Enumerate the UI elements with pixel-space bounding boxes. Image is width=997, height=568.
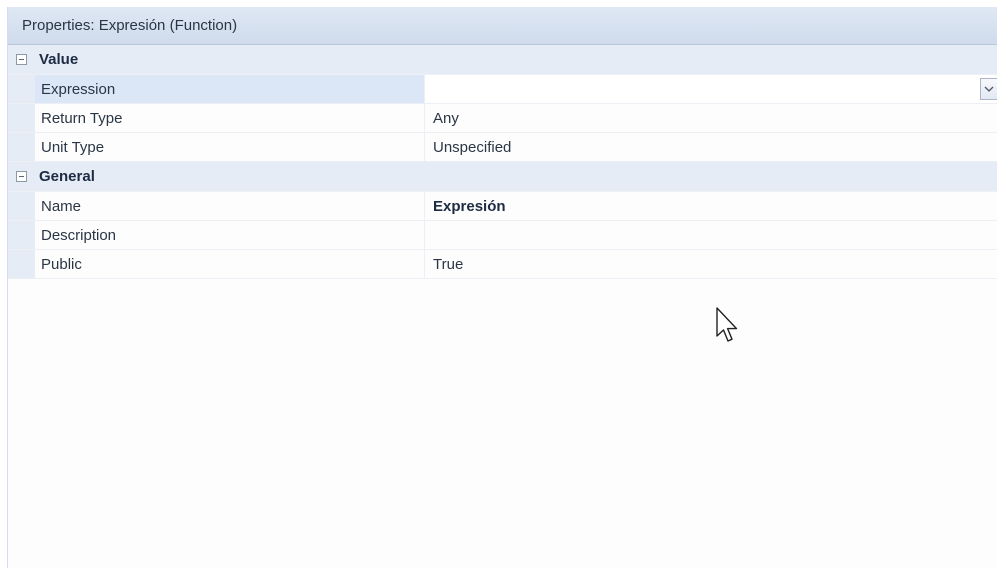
- property-value[interactable]: Any: [425, 104, 997, 132]
- property-row-public[interactable]: Public True: [8, 250, 997, 279]
- collapse-icon[interactable]: [8, 162, 35, 191]
- property-value[interactable]: True: [425, 250, 997, 278]
- section-label-value: Value: [39, 51, 79, 68]
- property-name: Unit Type: [35, 133, 425, 161]
- property-name: Description: [35, 221, 425, 249]
- panel-title-bar: Properties: Expresión (Function): [8, 7, 997, 45]
- section-header-value[interactable]: Value: [8, 45, 997, 75]
- property-value[interactable]: [425, 221, 997, 249]
- property-row-return-type[interactable]: Return Type Any: [8, 104, 997, 133]
- expression-value-field[interactable]: [425, 75, 997, 103]
- property-row-name[interactable]: Name Expresión: [8, 192, 997, 221]
- property-row-expression[interactable]: Expression: [8, 75, 997, 104]
- collapse-icon[interactable]: [8, 45, 35, 74]
- property-name: Public: [35, 250, 425, 278]
- property-row-unit-type[interactable]: Unit Type Unspecified: [8, 133, 997, 162]
- property-name: Return Type: [35, 104, 425, 132]
- panel-title: Properties: Expresión (Function): [22, 17, 238, 34]
- property-name: Expression: [35, 75, 425, 103]
- properties-panel: Properties: Expresión (Function) Value E…: [7, 7, 997, 568]
- property-row-description[interactable]: Description: [8, 221, 997, 250]
- property-value[interactable]: Expresión: [425, 192, 997, 220]
- chevron-down-icon[interactable]: [980, 78, 997, 100]
- section-header-general[interactable]: General: [8, 162, 997, 192]
- property-name: Name: [35, 192, 425, 220]
- mouse-pointer-icon: [716, 307, 738, 342]
- section-label-general: General: [39, 168, 95, 185]
- property-value[interactable]: Unspecified: [425, 133, 997, 161]
